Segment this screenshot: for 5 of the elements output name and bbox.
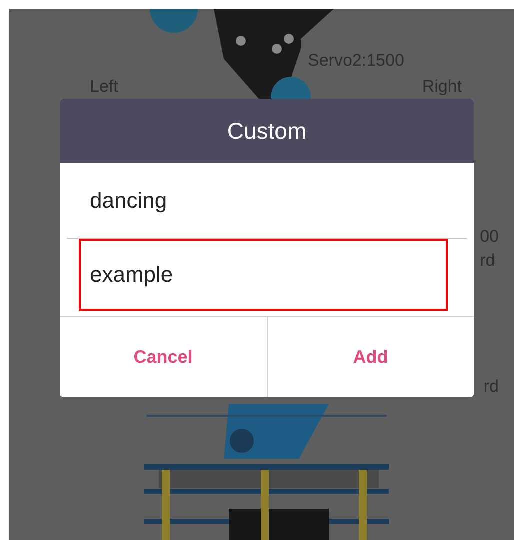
add-button[interactable]: Add xyxy=(266,317,474,397)
dialog-title: Custom xyxy=(227,118,307,144)
list-item[interactable]: example xyxy=(79,239,448,311)
servo-horn-drawing xyxy=(150,9,198,33)
list-item[interactable]: dancing xyxy=(67,163,467,239)
